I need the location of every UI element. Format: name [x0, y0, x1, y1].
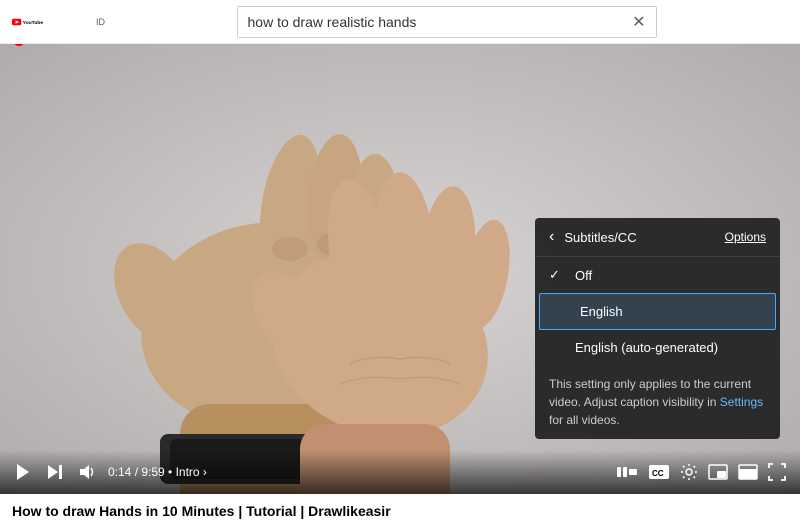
subtitle-title: Subtitles/CC: [564, 230, 724, 245]
settings-icon: [680, 463, 698, 481]
settings-button[interactable]: [678, 461, 700, 483]
play-icon: [14, 463, 32, 481]
subtitle-check-off: ✓: [549, 267, 567, 283]
subtitle-header: ‹ Subtitles/CC Options: [535, 218, 780, 257]
subtitle-english-label: English: [580, 304, 623, 319]
subtitle-back-button[interactable]: ‹: [549, 228, 554, 246]
next-button[interactable]: [44, 461, 66, 483]
fullscreen-button[interactable]: [766, 461, 788, 483]
svg-text:CC: CC: [652, 469, 664, 478]
theater-icon: [738, 464, 758, 480]
volume-icon: [78, 463, 96, 481]
search-input[interactable]: [248, 14, 633, 30]
subtitle-settings-link[interactable]: Settings: [720, 395, 763, 409]
cc-button[interactable]: CC: [646, 462, 672, 482]
fullscreen-icon: [768, 463, 786, 481]
subtitle-menu: ‹ Subtitles/CC Options ✓ Off English Eng…: [535, 218, 780, 439]
subtitle-off-label: Off: [575, 268, 592, 283]
pause-streaming-icon: [616, 464, 638, 480]
controls-bar: 0:14 / 9:59 • Intro › CC: [0, 450, 800, 494]
time-display: 0:14 / 9:59 • Intro ›: [108, 465, 207, 479]
miniplayer-icon: [708, 464, 728, 480]
theater-button[interactable]: [736, 462, 760, 482]
subtitle-note: This setting only applies to the current…: [535, 365, 780, 439]
subtitle-english-item[interactable]: English: [539, 293, 776, 330]
pause-streaming-button[interactable]: [614, 462, 640, 482]
yt-superscript: ID: [96, 17, 105, 27]
subtitle-note-end: for all videos.: [549, 413, 620, 427]
video-player[interactable]: 0:14 / 9:59 • Intro › CC: [0, 44, 800, 494]
subtitle-auto-english-item[interactable]: English (auto-generated): [535, 330, 780, 365]
video-title-bar: How to draw Hands in 10 Minutes | Tutori…: [0, 494, 800, 528]
search-bar: ✕: [237, 6, 657, 38]
youtube-logo[interactable]: YouTube ID: [12, 11, 105, 33]
search-clear-button[interactable]: ✕: [632, 12, 645, 32]
svg-text:YouTube: YouTube: [23, 19, 44, 25]
miniplayer-button[interactable]: [706, 462, 730, 482]
next-icon: [46, 463, 64, 481]
subtitle-options-link[interactable]: Options: [725, 230, 766, 244]
header: YouTube ID ✕: [0, 0, 800, 44]
right-controls: CC: [614, 461, 788, 483]
subtitle-off-item[interactable]: ✓ Off: [535, 257, 780, 293]
play-button[interactable]: [12, 461, 34, 483]
volume-button[interactable]: [76, 461, 98, 483]
video-title: How to draw Hands in 10 Minutes | Tutori…: [12, 503, 391, 519]
subtitle-auto-label: English (auto-generated): [575, 340, 718, 355]
youtube-icon: YouTube: [12, 11, 44, 33]
cc-icon: CC: [648, 464, 670, 480]
